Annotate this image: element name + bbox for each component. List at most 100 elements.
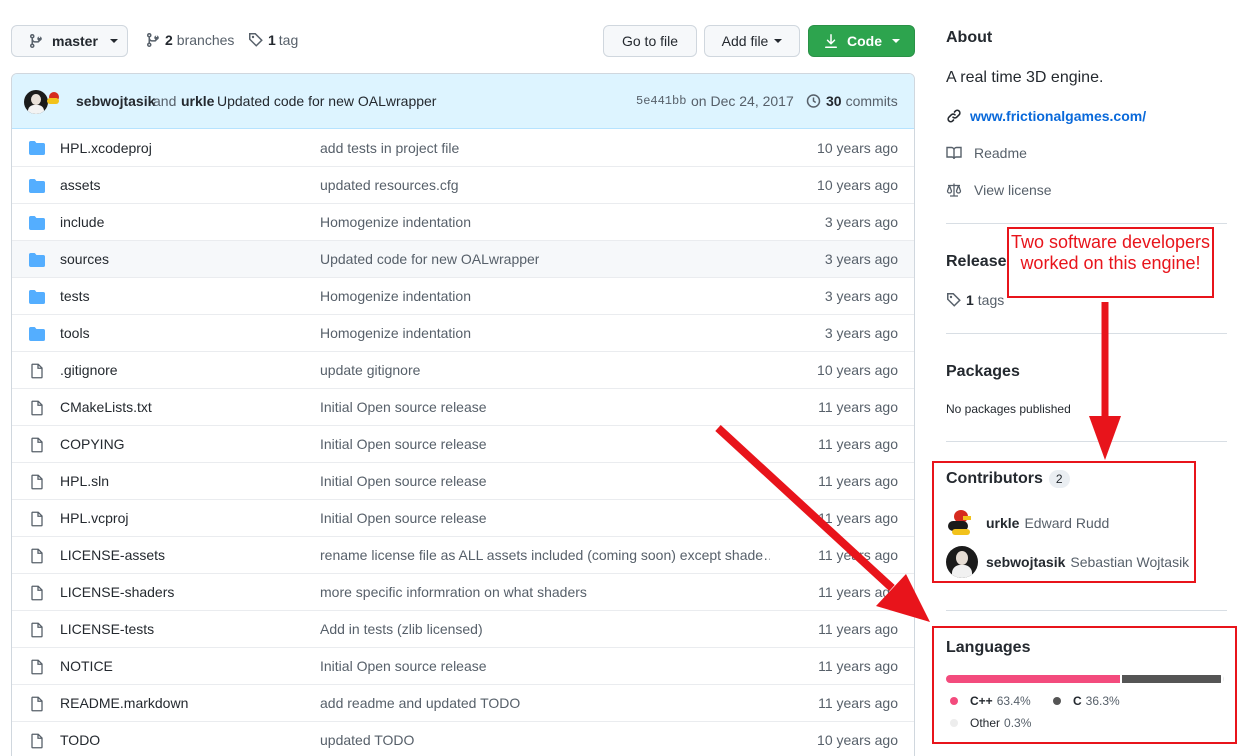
commit-author-2[interactable]: urkle [181, 93, 214, 109]
file-commit-message[interactable]: Homogenize indentation [320, 288, 471, 304]
file-name[interactable]: TODO [60, 732, 100, 748]
commits-link[interactable]: 30 commits [805, 93, 898, 109]
file-icon [29, 659, 45, 675]
file-name[interactable]: NOTICE [60, 658, 113, 674]
folder-icon [29, 289, 45, 305]
commit-message[interactable]: Updated code for new OALwrapper [217, 93, 436, 109]
file-name[interactable]: LICENSE-tests [60, 621, 154, 637]
file-icon [29, 733, 45, 749]
file-name[interactable]: COPYING [60, 436, 125, 452]
file-name[interactable]: include [60, 214, 104, 230]
book-icon [946, 146, 962, 160]
file-row[interactable]: HPL.sln Initial Open source release 11 yea… [12, 462, 914, 499]
file-age: 3 years ago [824, 325, 898, 341]
file-name[interactable]: HPL.xcodeproj [60, 140, 152, 156]
readme-link[interactable]: Readme [946, 145, 1027, 161]
code-button[interactable]: Code [808, 25, 915, 57]
file-row[interactable]: .gitignore update gitignore 10 years ago [12, 351, 914, 388]
file-row[interactable]: COPYING Initial Open source release 11 yea… [12, 425, 914, 462]
file-icon [29, 585, 45, 601]
file-age: 10 years ago [817, 362, 898, 378]
file-row[interactable]: LICENSE-assets rename license file as ALL… [12, 536, 914, 573]
file-name[interactable]: tests [60, 288, 90, 304]
file-commit-message[interactable]: add tests in project file [320, 140, 459, 156]
file-commit-message[interactable]: updated TODO [320, 732, 414, 748]
file-name[interactable]: LICENSE-shaders [60, 584, 174, 600]
add-file-button[interactable]: Add file [704, 25, 800, 57]
file-name[interactable]: tools [60, 325, 90, 341]
file-row[interactable]: NOTICE Initial Open source release 11 year… [12, 647, 914, 684]
repo-description: A real time 3D engine. [946, 69, 1104, 86]
go-to-file-button[interactable]: Go to file [603, 25, 697, 57]
file-commit-message[interactable]: updated resources.cfg [320, 177, 459, 193]
file-name[interactable]: LICENSE-assets [60, 547, 165, 563]
file-name[interactable]: README.markdown [60, 695, 188, 711]
avatar[interactable] [46, 90, 62, 106]
file-icon [29, 474, 45, 490]
file-row[interactable]: assets updated resources.cfg 10 years ago [12, 166, 914, 203]
file-row[interactable]: LICENSE-tests Add in tests (zlib licensed… [12, 610, 914, 647]
file-age: 3 years ago [824, 214, 898, 230]
commit-author-1[interactable]: sebwojtasik [76, 93, 155, 109]
file-list-box: sebwojtasik and urkle Updated code for n… [11, 73, 915, 756]
file-commit-message[interactable]: Initial Open source release [320, 399, 487, 415]
file-commit-message[interactable]: Initial Open source release [320, 473, 487, 489]
file-icon [29, 400, 45, 416]
arrowhead-contributors [1089, 416, 1121, 460]
chevron-down-icon [109, 39, 118, 43]
file-commit-message[interactable]: Homogenize indentation [320, 214, 471, 230]
file-commit-message[interactable]: update gitignore [320, 362, 420, 378]
divider [946, 333, 1227, 334]
download-icon [825, 34, 837, 48]
file-icon [29, 622, 45, 638]
file-name[interactable]: .gitignore [60, 362, 118, 378]
link-icon [947, 109, 961, 123]
file-row[interactable]: README.markdown add readme and updated TO… [12, 684, 914, 721]
file-row[interactable]: TODO updated TODO 10 years ago [12, 721, 914, 756]
avatar[interactable] [24, 90, 48, 114]
branch-select-button[interactable]: master [11, 25, 128, 57]
file-name[interactable]: assets [60, 177, 100, 193]
tags-count: 1 [268, 32, 276, 48]
file-commit-message[interactable]: Add in tests (zlib licensed) [320, 621, 483, 637]
file-name[interactable]: HPL.sln [60, 473, 109, 489]
file-name[interactable]: sources [60, 251, 109, 267]
divider [946, 223, 1227, 224]
file-row[interactable]: CMakeLists.txt Initial Open source releas… [12, 388, 914, 425]
folder-icon [29, 215, 45, 231]
file-row[interactable]: HPL.vcproj Initial Open source release 11 … [12, 499, 914, 536]
file-row[interactable]: sources Updated code for new OALwrapper 3 … [12, 240, 914, 277]
releases-heading[interactable]: Releases [946, 253, 1015, 271]
folder-icon [29, 252, 45, 268]
commit-sha[interactable]: 5e441bb [636, 94, 686, 108]
tag-icon [947, 293, 961, 307]
file-commit-message[interactable]: Updated code for new OALwrapper [320, 251, 539, 267]
license-link[interactable]: View license [946, 182, 1052, 198]
file-commit-message[interactable]: Initial Open source release [320, 436, 487, 452]
file-row[interactable]: tools Homogenize indentation 3 years ago [12, 314, 914, 351]
releases-tags-link[interactable]: 1 tags [946, 292, 1004, 308]
file-name[interactable]: HPL.vcproj [60, 510, 128, 526]
website-link[interactable]: www.frictionalgames.com/ [946, 108, 1146, 124]
packages-text: No packages published [946, 402, 1071, 416]
packages-heading[interactable]: Packages [946, 363, 1020, 381]
file-name[interactable]: CMakeLists.txt [60, 399, 152, 415]
file-age: 10 years ago [817, 139, 898, 156]
file-commit-message[interactable]: rename license file as ALL assets includ… [320, 547, 770, 563]
file-commit-message[interactable]: more specific informration on what shade… [320, 584, 587, 600]
file-commit-message[interactable]: Homogenize indentation [320, 325, 471, 341]
file-row[interactable]: include Homogenize indentation 3 years ago [12, 203, 914, 240]
file-row[interactable]: tests Homogenize indentation 3 years ago [12, 277, 914, 314]
file-commit-message[interactable]: Initial Open source release [320, 510, 487, 526]
file-commit-message[interactable]: Initial Open source release [320, 658, 487, 674]
file-commit-message[interactable]: add readme and updated TODO [320, 695, 520, 711]
branches-link[interactable]: 2 branches [145, 32, 234, 48]
tags-label: tag [278, 32, 299, 48]
file-age: 11 years ago [818, 547, 898, 563]
license-label: View license [974, 182, 1052, 198]
file-row[interactable]: HPL.xcodeproj add tests in project file 10… [12, 129, 914, 166]
file-age: 11 years ago [818, 510, 898, 526]
file-age: 11 years ago [818, 584, 898, 600]
file-row[interactable]: LICENSE-shaders more specific informratio… [12, 573, 914, 610]
tags-link[interactable]: 1 tag [248, 32, 298, 48]
